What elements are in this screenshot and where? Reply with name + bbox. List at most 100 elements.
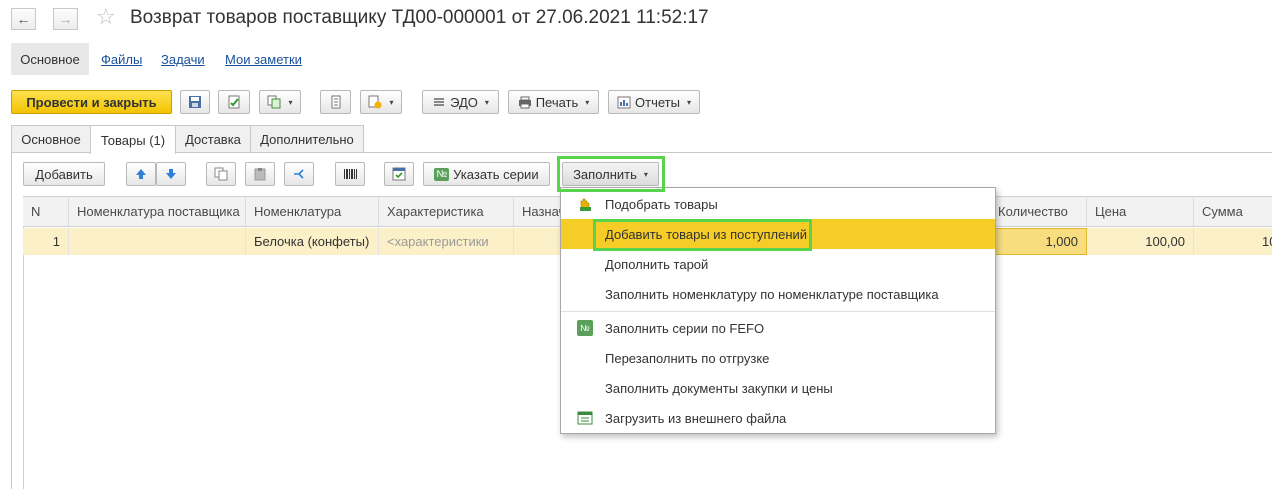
- cell-characteristic[interactable]: <характеристики: [379, 228, 514, 255]
- checklist-icon: [392, 167, 406, 181]
- cell-item[interactable]: Белочка (конфеты): [246, 228, 379, 255]
- menu-item-load-external-file[interactable]: Загрузить из внешнего файла: [561, 403, 995, 433]
- save-button[interactable]: [180, 90, 210, 114]
- tab-main[interactable]: Основное: [11, 125, 91, 153]
- post-and-close-button[interactable]: Провести и закрыть: [11, 90, 172, 114]
- cell-price[interactable]: 100,00: [1087, 228, 1194, 255]
- printer-icon: [518, 96, 531, 109]
- create-based-on-button[interactable]: ▾: [259, 90, 301, 114]
- menu-item-label: Загрузить из внешнего файла: [605, 410, 787, 426]
- column-header-label: Номенклатура поставщика: [77, 204, 240, 219]
- document-journal-button[interactable]: [320, 90, 351, 114]
- tab-additional[interactable]: Дополнительно: [250, 125, 364, 153]
- menu-item-refill-by-shipment[interactable]: Перезаполнить по отгрузке: [561, 343, 995, 373]
- specify-series-label: Указать серии: [453, 166, 539, 182]
- document-clock-icon: [368, 95, 382, 109]
- column-header-characteristic[interactable]: Характеристика: [379, 196, 514, 227]
- move-up-button[interactable]: [126, 162, 156, 186]
- column-header-sum[interactable]: Сумма: [1194, 196, 1272, 227]
- arrow-left-icon: ←: [16, 11, 31, 27]
- menu-item-label: Заполнить номенклатуру по номенклатуре п…: [605, 286, 939, 302]
- edo-exchange-icon: [434, 98, 445, 106]
- menu-item-fill-series-fefo[interactable]: № Заполнить серии по FEFO: [561, 313, 995, 343]
- fill-button-highlight-frame: [557, 156, 665, 192]
- barcode-button[interactable]: [335, 162, 365, 186]
- menu-item-add-packaging[interactable]: Дополнить тарой: [561, 249, 995, 279]
- copy-button[interactable]: [206, 162, 236, 186]
- print-button[interactable]: Печать ▾: [508, 90, 599, 114]
- series-number-icon: №: [577, 320, 593, 336]
- page-title: Возврат товаров поставщику ТД00-000001 о…: [130, 7, 709, 28]
- cell-quantity[interactable]: 1,000: [990, 228, 1087, 255]
- post-button[interactable]: [218, 90, 250, 114]
- tab-delivery[interactable]: Доставка: [175, 125, 251, 153]
- column-header-quantity[interactable]: Количество: [990, 196, 1087, 227]
- column-header-supplier-item[interactable]: Номенклатура поставщика: [69, 196, 246, 227]
- column-header-label: Характеристика: [387, 204, 484, 219]
- split-arrows-icon: [294, 169, 304, 179]
- section-files-link[interactable]: Файлы: [101, 52, 142, 67]
- arrow-right-icon: →: [58, 11, 73, 27]
- cell-n[interactable]: 1: [23, 228, 69, 255]
- specify-series-button[interactable]: № Указать серии: [423, 162, 550, 186]
- menu-item-label: Подобрать товары: [605, 196, 718, 212]
- attachments-button[interactable]: ▾: [360, 90, 402, 114]
- cell-supplier-item[interactable]: [69, 228, 246, 255]
- chevron-down-icon: ▾: [389, 97, 394, 107]
- chevron-down-icon: ▾: [288, 97, 293, 107]
- move-down-button[interactable]: [156, 162, 186, 186]
- print-label: Печать: [535, 94, 579, 110]
- arrow-down-icon: [166, 169, 176, 179]
- forward-button[interactable]: →: [53, 8, 78, 30]
- column-header-label: Номенклатура: [254, 204, 342, 219]
- barcode-icon: [344, 169, 357, 179]
- menu-item-pick-goods[interactable]: Подобрать товары: [561, 189, 995, 219]
- post-and-close-label: Провести и закрыть: [26, 94, 157, 110]
- menu-item-fill-by-supplier-item[interactable]: Заполнить номенклатуру по номенклатуре п…: [561, 279, 995, 309]
- menu-item-fill-purchase-docs[interactable]: Заполнить документы закупки и цены: [561, 373, 995, 403]
- check-document-button[interactable]: [384, 162, 414, 186]
- report-chart-icon: [617, 96, 631, 109]
- edo-label: ЭДО: [450, 94, 478, 110]
- menu-separator: [561, 311, 995, 312]
- favorite-star-icon[interactable]: ☆: [96, 4, 116, 30]
- hand-pick-icon: [580, 198, 591, 211]
- create-based-on-icon: [267, 95, 281, 109]
- add-button[interactable]: Добавить: [23, 162, 105, 186]
- floppy-disk-icon: [189, 96, 201, 108]
- add-label: Добавить: [35, 166, 93, 182]
- tab-label: Доставка: [185, 132, 241, 147]
- section-notes-link[interactable]: Мои заметки: [225, 52, 302, 67]
- column-header-n[interactable]: N: [23, 196, 69, 227]
- edo-button[interactable]: ЭДО ▾: [422, 90, 499, 114]
- menu-item-label: Дополнить тарой: [605, 256, 709, 272]
- section-main[interactable]: Основное: [11, 43, 89, 75]
- section-tasks-link[interactable]: Задачи: [161, 52, 205, 67]
- paste-button[interactable]: [245, 162, 275, 186]
- reports-button[interactable]: Отчеты ▾: [608, 90, 700, 114]
- list-document-icon: [331, 95, 340, 109]
- tab-goods[interactable]: Товары (1): [90, 125, 176, 154]
- reports-label: Отчеты: [635, 94, 680, 110]
- cell-sum[interactable]: 100,00: [1194, 228, 1272, 255]
- column-header-label: N: [31, 204, 41, 219]
- menu-item-label: Заполнить серии по FEFO: [605, 320, 765, 336]
- clipboard-icon: [254, 168, 266, 181]
- menu-item-highlight-frame: [593, 219, 812, 251]
- series-number-icon: №: [434, 167, 450, 181]
- post-document-icon: [228, 95, 240, 109]
- copy-icon: [214, 167, 228, 181]
- column-header-label: Сумма: [1202, 204, 1243, 219]
- column-header-price[interactable]: Цена: [1087, 196, 1194, 227]
- chevron-down-icon: ▾: [585, 97, 590, 107]
- tab-label: Дополнительно: [260, 132, 354, 147]
- chevron-down-icon: ▾: [484, 97, 489, 107]
- chevron-down-icon: ▾: [686, 97, 691, 107]
- split-line-button[interactable]: [284, 162, 314, 186]
- menu-item-label: Заполнить документы закупки и цены: [605, 380, 833, 396]
- menu-item-label: Перезаполнить по отгрузке: [605, 350, 770, 366]
- tab-label: Основное: [21, 132, 81, 147]
- back-button[interactable]: ←: [11, 8, 36, 30]
- column-header-item[interactable]: Номенклатура: [246, 196, 379, 227]
- tab-label: Товары (1): [100, 132, 166, 148]
